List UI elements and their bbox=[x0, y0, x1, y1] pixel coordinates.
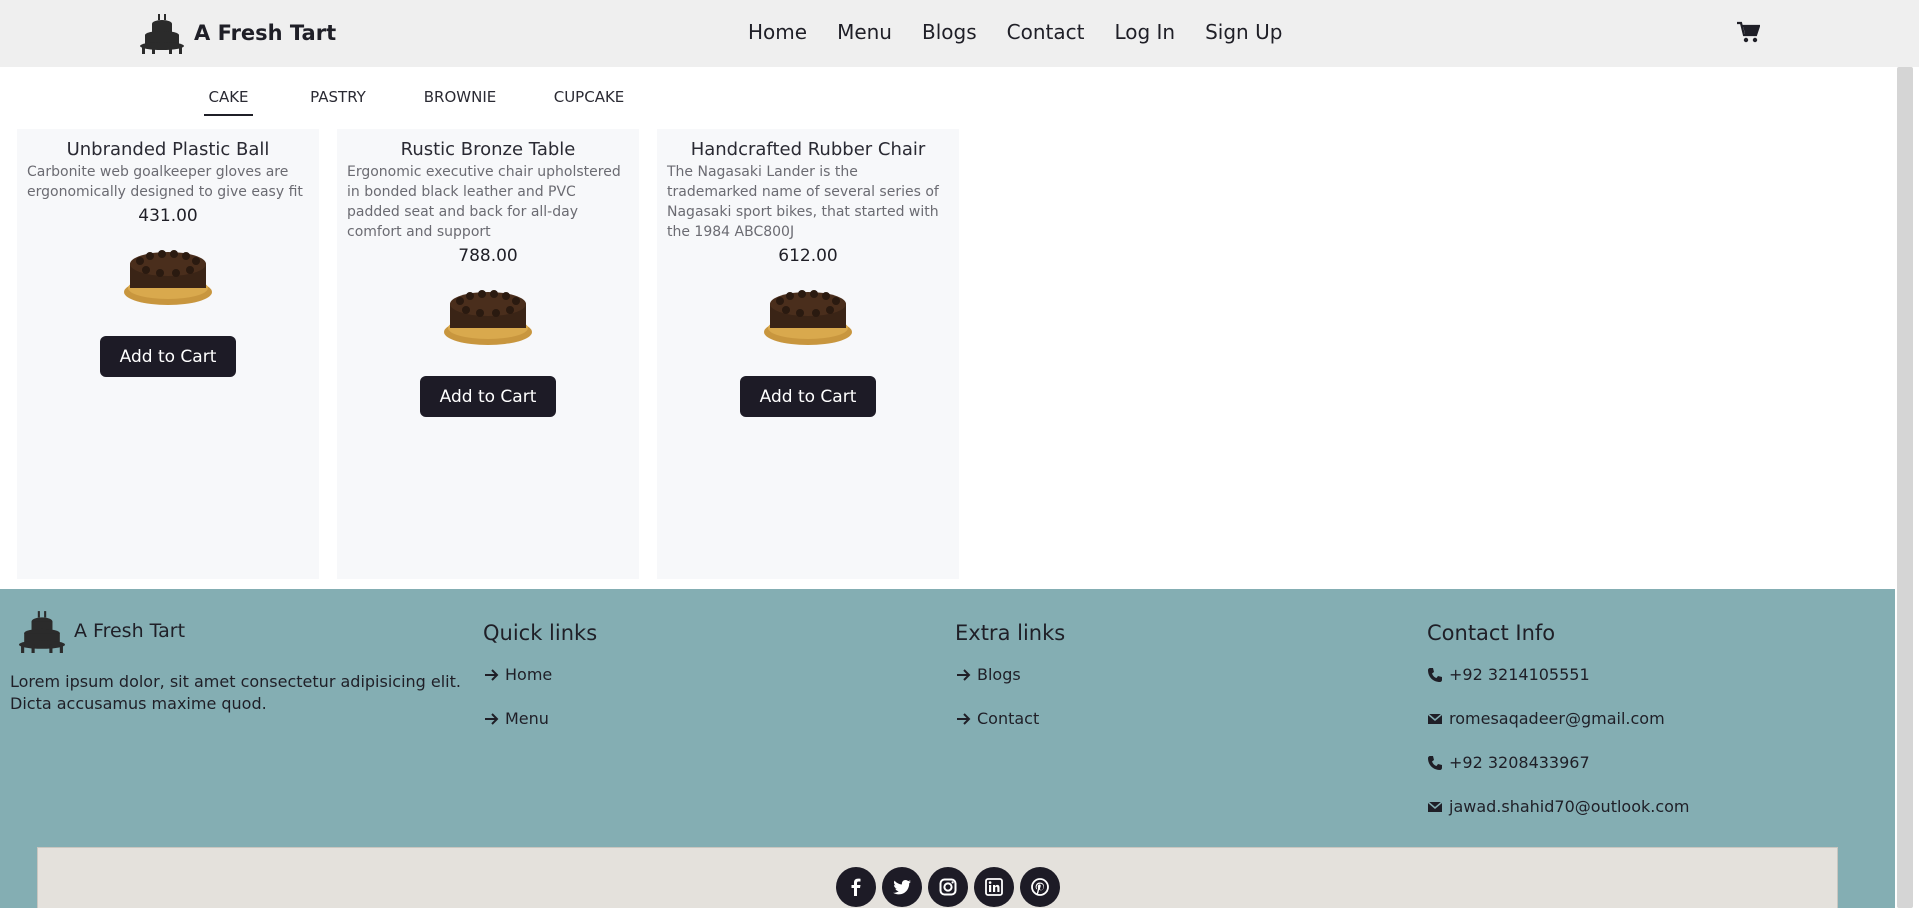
envelope-icon bbox=[1427, 713, 1443, 724]
facebook-link[interactable] bbox=[836, 867, 876, 907]
brand[interactable]: A Fresh Tart bbox=[138, 12, 336, 54]
footer-link-contact[interactable]: Contact bbox=[955, 709, 1065, 753]
contact-text: romesaqadeer@gmail.com bbox=[1449, 709, 1665, 728]
footer-link-label: Blogs bbox=[977, 665, 1021, 684]
add-to-cart-button[interactable]: Add to Cart bbox=[740, 376, 876, 417]
contact-info: Contact Info +92 3214105551 romesaqadeer… bbox=[1427, 621, 1690, 841]
main-nav: Home Menu Blogs Contact Log In Sign Up bbox=[748, 20, 1282, 44]
add-to-cart-button[interactable]: Add to Cart bbox=[420, 376, 556, 417]
add-to-cart-button[interactable]: Add to Cart bbox=[100, 336, 236, 377]
product-title: Handcrafted Rubber Chair bbox=[690, 139, 926, 160]
nav-home[interactable]: Home bbox=[748, 20, 807, 44]
social-links bbox=[836, 867, 1060, 907]
quick-links-title: Quick links bbox=[483, 621, 598, 645]
linkedin-icon bbox=[985, 878, 1003, 896]
footer-link-home[interactable]: Home bbox=[483, 665, 597, 709]
tab-cupcake[interactable]: CUPCAKE bbox=[549, 88, 629, 114]
pinterest-link[interactable] bbox=[1020, 867, 1060, 907]
tab-cake[interactable]: CAKE bbox=[204, 88, 253, 116]
facebook-icon bbox=[851, 878, 861, 896]
product-description: The Nagasaki Lander is the trademarked n… bbox=[667, 164, 939, 240]
footer-link-blogs[interactable]: Blogs bbox=[955, 665, 1065, 709]
contact-text: +92 3208433967 bbox=[1449, 753, 1590, 772]
linkedin-link[interactable] bbox=[974, 867, 1014, 907]
footer-link-label: Home bbox=[505, 665, 553, 684]
product-card: Rustic Bronze Table Ergonomic executive … bbox=[337, 129, 639, 579]
arrow-right-icon bbox=[485, 669, 499, 681]
product-price: 612.00 bbox=[778, 246, 838, 266]
product-price: 788.00 bbox=[458, 246, 518, 266]
contact-text: jawad.shahid70@outlook.com bbox=[1449, 797, 1690, 816]
product-title: Unbranded Plastic Ball bbox=[66, 139, 270, 160]
product-description: Ergonomic executive chair upholstered in… bbox=[347, 164, 621, 240]
twitter-link[interactable] bbox=[882, 867, 922, 907]
twitter-icon bbox=[893, 880, 911, 895]
extra-links: Extra links Blogs Contact bbox=[955, 621, 1065, 753]
cart-icon[interactable] bbox=[1736, 21, 1760, 43]
tab-pastry[interactable]: PASTRY bbox=[306, 88, 370, 114]
contact-text: +92 3214105551 bbox=[1449, 665, 1590, 684]
footer-link-label: Contact bbox=[977, 709, 1040, 728]
footer-brand-name: A Fresh Tart bbox=[74, 620, 186, 642]
cake-image bbox=[764, 290, 852, 345]
cake-image bbox=[124, 250, 212, 305]
instagram-link[interactable] bbox=[928, 867, 968, 907]
pinterest-icon bbox=[1031, 878, 1049, 896]
page-scrollbar-thumb[interactable] bbox=[1897, 67, 1913, 908]
contact-email-2[interactable]: jawad.shahid70@outlook.com bbox=[1427, 797, 1690, 841]
contact-email-1[interactable]: romesaqadeer@gmail.com bbox=[1427, 709, 1690, 753]
contact-phone-1[interactable]: +92 3214105551 bbox=[1427, 665, 1690, 709]
product-card: Unbranded Plastic Ball Carbonite web goa… bbox=[17, 129, 319, 579]
phone-icon bbox=[1428, 756, 1442, 770]
envelope-icon bbox=[1427, 801, 1443, 812]
footer-link-label: Menu bbox=[505, 709, 549, 728]
contact-phone-2[interactable]: +92 3208433967 bbox=[1427, 753, 1690, 797]
cake-logo-icon bbox=[140, 14, 184, 54]
arrow-right-icon bbox=[485, 713, 499, 725]
nav-login[interactable]: Log In bbox=[1114, 20, 1175, 44]
footer-brand: A Fresh Tart bbox=[16, 609, 185, 653]
footer-link-menu[interactable]: Menu bbox=[483, 709, 597, 753]
product-description: Carbonite web goalkeeper gloves are ergo… bbox=[27, 164, 303, 200]
cake-image bbox=[444, 290, 532, 345]
tab-brownie[interactable]: BROWNIE bbox=[420, 88, 500, 114]
product-price: 431.00 bbox=[138, 206, 198, 226]
phone-icon bbox=[1428, 668, 1442, 682]
arrow-right-icon bbox=[957, 713, 971, 725]
extra-links-title: Extra links bbox=[955, 621, 1066, 645]
nav-signup[interactable]: Sign Up bbox=[1205, 20, 1282, 44]
arrow-right-icon bbox=[957, 669, 971, 681]
product-title: Rustic Bronze Table bbox=[400, 139, 576, 160]
site-header: A Fresh Tart Home Menu Blogs Contact Log… bbox=[0, 0, 1919, 67]
brand-name: A Fresh Tart bbox=[194, 21, 337, 45]
nav-contact[interactable]: Contact bbox=[1007, 20, 1085, 44]
nav-menu[interactable]: Menu bbox=[837, 20, 892, 44]
footer-about-text: Lorem ipsum dolor, sit amet consectetur … bbox=[10, 672, 461, 713]
instagram-icon bbox=[939, 878, 957, 896]
contact-info-title: Contact Info bbox=[1427, 621, 1556, 645]
quick-links: Quick links Home Menu bbox=[483, 621, 597, 753]
nav-blogs[interactable]: Blogs bbox=[922, 20, 977, 44]
product-card: Handcrafted Rubber Chair The Nagasaki La… bbox=[657, 129, 959, 579]
cake-logo-icon bbox=[18, 611, 66, 653]
